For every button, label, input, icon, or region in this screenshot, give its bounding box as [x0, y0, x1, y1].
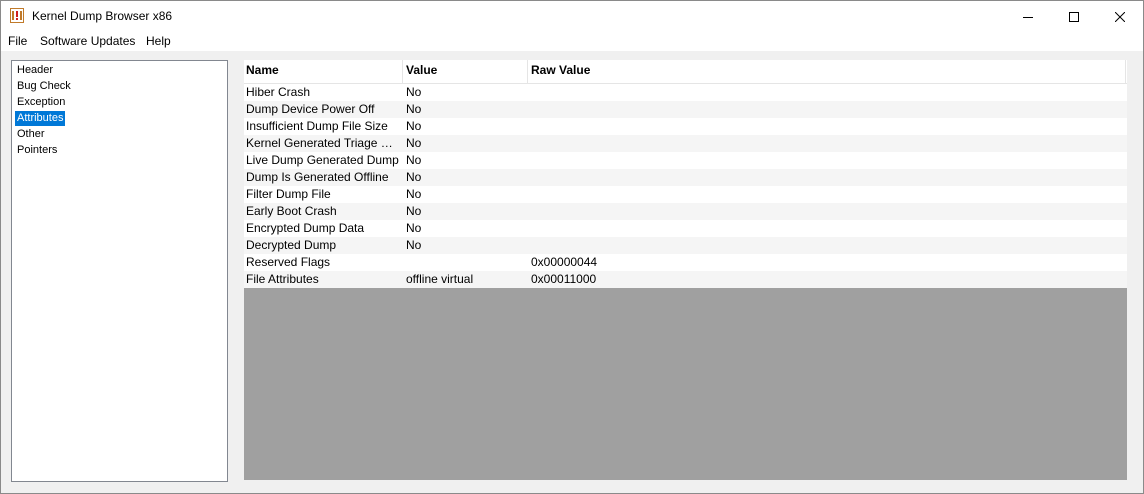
cell-name: Reserved Flags — [246, 255, 331, 269]
cell-raw-value — [531, 152, 831, 169]
menu-help[interactable]: Help — [146, 34, 171, 49]
cell-raw-value — [531, 237, 831, 254]
column-divider[interactable] — [1125, 60, 1126, 83]
cell-value: No — [406, 187, 422, 201]
title-bar[interactable]: Kernel Dump Browser x86 — [1, 1, 1143, 32]
cell-value: No — [406, 153, 422, 167]
cell-raw-value: 0x00011000 — [531, 272, 597, 286]
list-rows: Hiber Crash No Dump Device Power Off No Insu… — [244, 84, 1127, 288]
column-divider[interactable] — [402, 60, 403, 83]
tree-item-other[interactable]: Other — [15, 127, 47, 142]
cell-name: Encrypted Dump Data — [246, 221, 365, 235]
cell-raw-value — [531, 186, 831, 203]
table-row[interactable]: Reserved Flags 0x00000044 — [244, 254, 1127, 271]
tree-item-attributes[interactable]: Attributes — [15, 111, 66, 126]
cell-value: No — [406, 119, 422, 133]
menu-file[interactable]: File — [8, 34, 27, 49]
cell-value: offline virtual — [406, 272, 474, 286]
cell-name: Dump Device Power Off — [246, 102, 375, 116]
cell-name: Live Dump Generated Dump — [246, 153, 399, 167]
table-row[interactable]: Dump Is Generated Offline No — [244, 169, 1127, 186]
cell-value: No — [406, 136, 422, 150]
cell-name: Early Boot Crash — [246, 204, 337, 218]
close-button[interactable] — [1097, 1, 1143, 32]
cell-name: Filter Dump File — [246, 187, 331, 201]
menu-bar: File Software Updates Help — [1, 32, 1143, 51]
tree-item-header[interactable]: Header — [15, 63, 55, 78]
table-row[interactable]: Live Dump Generated Dump No — [244, 152, 1127, 169]
cell-raw-value — [531, 203, 831, 220]
table-row[interactable]: Early Boot Crash No — [244, 203, 1127, 220]
attributes-list[interactable]: Name Value Raw Value Hiber Crash No Dump D… — [244, 60, 1127, 480]
cell-value: No — [406, 85, 422, 99]
maximize-button[interactable] — [1051, 1, 1097, 32]
list-header: Name Value Raw Value — [244, 60, 1127, 84]
cell-raw-value — [531, 169, 831, 186]
main-window: Kernel Dump Browser x86 File Software Up… — [0, 0, 1144, 494]
tree-item-exception[interactable]: Exception — [15, 95, 67, 110]
cell-name: Decrypted Dump — [246, 238, 337, 252]
table-row[interactable]: File Attributes offline virtual 0x00011000 — [244, 271, 1127, 288]
cell-raw-value — [531, 84, 831, 101]
cell-value: No — [406, 204, 422, 218]
cell-name: Hiber Crash — [246, 85, 311, 99]
cell-raw-value: 0x00000044 — [531, 255, 598, 269]
table-row[interactable]: Dump Device Power Off No — [244, 101, 1127, 118]
tree-item-bug-check[interactable]: Bug Check — [15, 79, 73, 94]
menu-software-updates[interactable]: Software Updates — [40, 34, 135, 49]
close-icon — [1115, 11, 1125, 22]
table-row[interactable]: Insufficient Dump File Size No — [244, 118, 1127, 135]
table-row[interactable]: Encrypted Dump Data No — [244, 220, 1127, 237]
cell-name: Kernel Generated Triage Du... — [246, 136, 401, 150]
cell-raw-value — [531, 101, 831, 118]
table-row[interactable]: Hiber Crash No — [244, 84, 1127, 101]
column-header-name[interactable]: Name — [244, 60, 279, 83]
cell-value: No — [406, 238, 422, 252]
cell-raw-value — [531, 135, 831, 152]
minimize-button[interactable] — [1005, 1, 1051, 32]
cell-value — [406, 254, 526, 271]
tree-item-pointers[interactable]: Pointers — [15, 143, 59, 158]
minimize-icon — [1023, 12, 1033, 22]
maximize-icon — [1069, 11, 1079, 22]
column-divider[interactable] — [527, 60, 528, 83]
cell-value: No — [406, 221, 422, 235]
section-tree[interactable]: Header Bug Check Exception Attributes Ot… — [11, 60, 228, 482]
dump-document-icon — [10, 8, 24, 23]
cell-name: Dump Is Generated Offline — [246, 170, 389, 184]
column-header-raw-value[interactable]: Raw Value — [529, 60, 590, 83]
cell-name: Insufficient Dump File Size — [246, 119, 388, 133]
cell-value: No — [406, 170, 422, 184]
table-row[interactable]: Decrypted Dump No — [244, 237, 1127, 254]
table-row[interactable]: Filter Dump File No — [244, 186, 1127, 203]
table-row[interactable]: Kernel Generated Triage Du... No — [244, 135, 1127, 152]
cell-raw-value — [531, 118, 831, 135]
cell-name: File Attributes — [246, 272, 319, 286]
cell-raw-value — [531, 220, 831, 237]
column-header-value[interactable]: Value — [404, 60, 437, 83]
window-title: Kernel Dump Browser x86 — [32, 9, 173, 23]
cell-value: No — [406, 102, 422, 116]
